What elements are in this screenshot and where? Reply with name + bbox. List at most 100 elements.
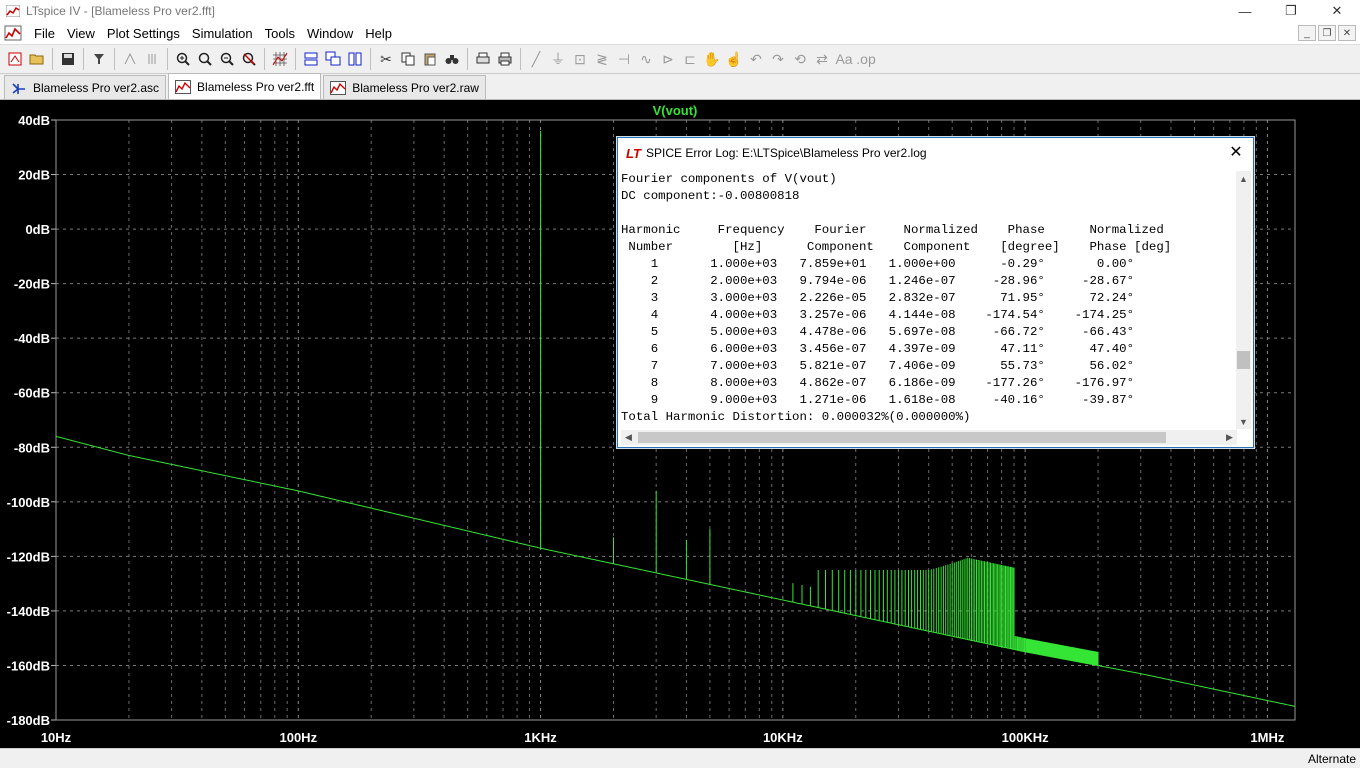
y-tick-label: -120dB <box>7 549 50 564</box>
waveform-icon <box>330 80 347 95</box>
tile-horizontal-icon[interactable] <box>300 48 322 70</box>
dialog-title: SPICE Error Log: E:\LTSpice\Blameless Pr… <box>646 146 927 160</box>
cancel-zoom-icon[interactable] <box>238 48 260 70</box>
redo-icon[interactable]: ↷ <box>767 48 789 70</box>
scroll-down-icon[interactable]: ▼ <box>1236 414 1251 429</box>
log-line: 2 2.000e+03 9.794e-06 1.246e-07 -28.96° … <box>621 274 1135 288</box>
capacitor-icon[interactable]: ⊣ <box>613 48 635 70</box>
autorange-icon[interactable] <box>269 48 291 70</box>
menu-file[interactable]: File <box>28 26 61 41</box>
log-line: 9 9.000e+03 1.271e-06 1.618e-08 -40.16° … <box>621 393 1135 407</box>
menu-help[interactable]: Help <box>359 26 398 41</box>
control-panel-icon[interactable] <box>88 48 110 70</box>
maximize-button[interactable]: ❐ <box>1268 0 1314 22</box>
mdi-close-button[interactable]: ✕ <box>1338 25 1356 41</box>
x-tick-label: 10KHz <box>763 730 803 745</box>
y-axis-labels: 40dB 20dB 0dB -20dB -40dB -60dB -80dB -100dB -12… <box>7 113 50 728</box>
label-icon[interactable]: ⊡ <box>569 48 591 70</box>
y-tick-label: -160dB <box>7 658 50 673</box>
document-tabs: Blameless Pro ver2.asc Blameless Pro ver… <box>0 73 1360 100</box>
menu-plot-settings[interactable]: Plot Settings <box>101 26 186 41</box>
menu-view[interactable]: View <box>61 26 101 41</box>
x-axis-labels: 10Hz 100Hz 1KHz 10KHz 100KHz 1MHz <box>41 730 1285 745</box>
component-icon[interactable]: ⊏ <box>679 48 701 70</box>
x-tick-label: 100KHz <box>1002 730 1049 745</box>
zoom-in-icon[interactable] <box>172 48 194 70</box>
log-line: 3 3.000e+03 2.226e-05 2.832e-07 71.95° 7… <box>621 291 1135 305</box>
dialog-close-button[interactable]: ✕ <box>1227 143 1245 161</box>
status-text: Alternate <box>1307 752 1356 766</box>
copy-icon[interactable] <box>397 48 419 70</box>
run-icon[interactable] <box>119 48 141 70</box>
tab-label: Blameless Pro ver2.fft <box>197 79 315 94</box>
toolbar-separator <box>167 48 168 70</box>
tab-fft[interactable]: Blameless Pro ver2.fft <box>168 73 322 99</box>
menu-simulation[interactable]: Simulation <box>186 26 259 41</box>
dialog-title-bar[interactable]: LT SPICE Error Log: E:\LTSpice\Blameless… <box>618 138 1253 168</box>
scroll-right-icon[interactable]: ▶ <box>1222 430 1237 445</box>
cascade-icon[interactable] <box>322 48 344 70</box>
scrollbar-thumb[interactable] <box>638 432 1166 443</box>
log-line: 4 4.000e+03 3.257e-06 4.144e-08 -174.54°… <box>621 308 1135 322</box>
toolbar-separator <box>520 48 521 70</box>
x-tick-label: 1MHz <box>1250 730 1284 745</box>
wire-icon[interactable]: ╱ <box>525 48 547 70</box>
cut-icon[interactable]: ✂ <box>375 48 397 70</box>
svg-text:LT: LT <box>626 146 642 160</box>
text-icon[interactable]: Aa <box>833 48 855 70</box>
print-preview-icon[interactable] <box>472 48 494 70</box>
ground-icon[interactable]: ⏚ <box>547 48 569 70</box>
scrollbar-thumb[interactable] <box>1237 351 1250 369</box>
menu-tools[interactable]: Tools <box>259 26 301 41</box>
paste-icon[interactable] <box>419 48 441 70</box>
vertical-scrollbar[interactable]: ▲ ▼ <box>1236 171 1251 429</box>
log-line: 1 1.000e+03 7.859e+01 1.000e+00 -0.29° 0… <box>621 257 1135 271</box>
mdi-minimize-button[interactable]: _ <box>1298 25 1316 41</box>
tab-raw[interactable]: Blameless Pro ver2.raw <box>323 75 486 99</box>
tab-schematic[interactable]: Blameless Pro ver2.asc <box>4 75 167 99</box>
y-tick-label: -60dB <box>14 386 50 401</box>
rotate-icon[interactable]: ⟲ <box>789 48 811 70</box>
mdi-restore-button[interactable]: ❐ <box>1318 25 1336 41</box>
resistor-icon[interactable]: ≷ <box>591 48 613 70</box>
trace-label[interactable]: V(vout) <box>653 103 698 118</box>
x-tick-label: 100Hz <box>279 730 317 745</box>
find-icon[interactable] <box>441 48 463 70</box>
halt-icon[interactable] <box>141 48 163 70</box>
scroll-up-icon[interactable]: ▲ <box>1236 171 1251 186</box>
horizontal-scrollbar[interactable]: ◀ ▶ <box>621 430 1237 445</box>
spice-directive-icon[interactable]: .op <box>855 48 877 70</box>
scroll-left-icon[interactable]: ◀ <box>621 430 636 445</box>
y-tick-label: -140dB <box>7 604 50 619</box>
print-icon[interactable] <box>494 48 516 70</box>
ltspice-logo-icon: LT <box>626 146 642 160</box>
toolbar-separator <box>264 48 265 70</box>
log-line: Harmonic Frequency Fourier Normalized Ph… <box>621 223 1164 237</box>
log-line: 7 7.000e+03 5.821e-07 7.406e-09 55.73° 5… <box>621 359 1135 373</box>
spice-error-log-dialog: LT SPICE Error Log: E:\LTSpice\Blameless… <box>617 137 1254 448</box>
close-window-button[interactable]: ✕ <box>1314 0 1360 22</box>
save-icon[interactable] <box>57 48 79 70</box>
tile-vertical-icon[interactable] <box>344 48 366 70</box>
toolbar-separator <box>370 48 371 70</box>
toolbar-separator <box>295 48 296 70</box>
diode-icon[interactable]: ⊳ <box>657 48 679 70</box>
log-text-area[interactable]: Fourier components of V(vout) DC componen… <box>621 171 1240 429</box>
mirror-icon[interactable]: ⇄ <box>811 48 833 70</box>
move-icon[interactable]: ✋ <box>701 48 723 70</box>
new-schematic-icon[interactable] <box>4 48 26 70</box>
toolbar: ✂ ╱ ⏚ ⊡ ≷ ⊣ ∿ ⊳ ⊏ ✋ ☝ ↶ ↷ ⟲ ⇄ Aa .op <box>0 44 1360 74</box>
zoom-full-icon[interactable] <box>216 48 238 70</box>
drag-icon[interactable]: ☝ <box>723 48 745 70</box>
menu-window[interactable]: Window <box>301 26 359 41</box>
log-line: DC component:-0.00800818 <box>621 189 800 203</box>
log-line: Number [Hz] Component Component [degree]… <box>621 240 1172 254</box>
zoom-out-icon[interactable] <box>194 48 216 70</box>
log-line: Fourier components of V(vout) <box>621 172 837 186</box>
inductor-icon[interactable]: ∿ <box>635 48 657 70</box>
document-waveform-icon[interactable] <box>4 25 22 41</box>
open-icon[interactable] <box>26 48 48 70</box>
undo-icon[interactable]: ↶ <box>745 48 767 70</box>
minimize-button[interactable]: — <box>1222 0 1268 22</box>
x-tick-label: 10Hz <box>41 730 72 745</box>
